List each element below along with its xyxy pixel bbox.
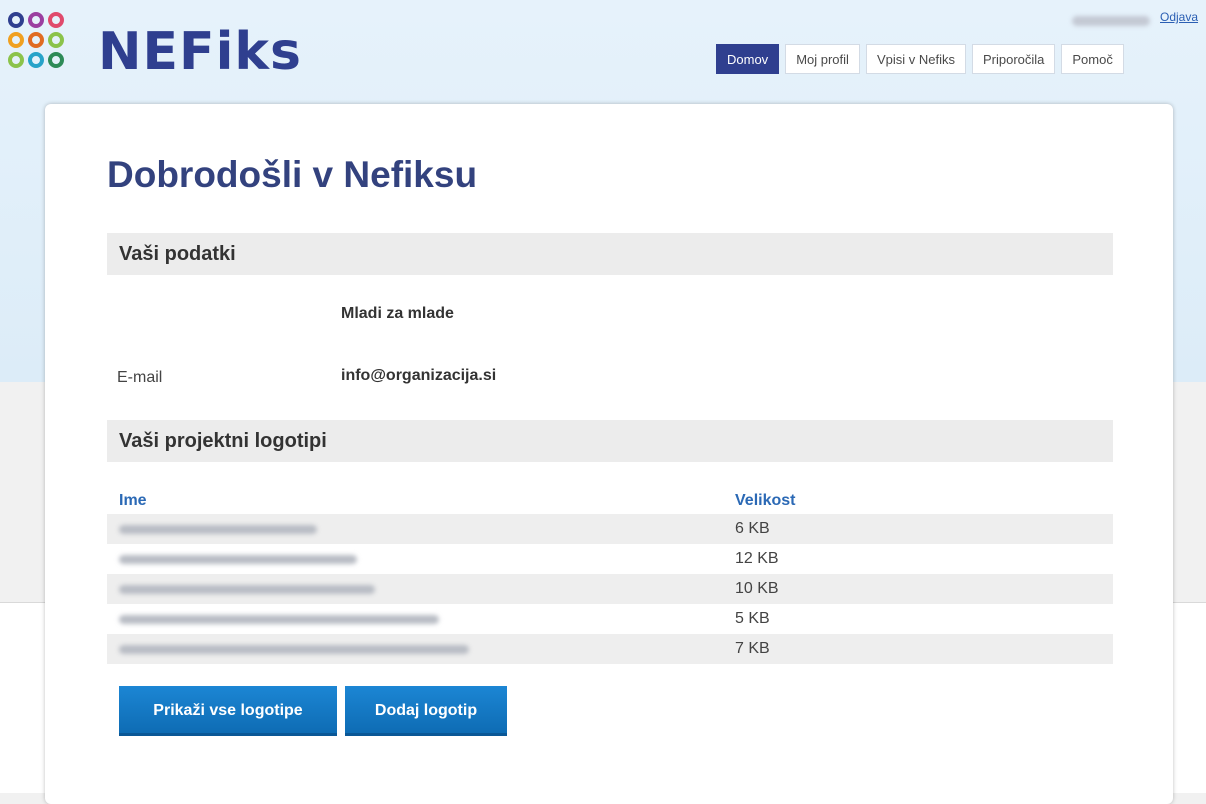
user-name-blurred xyxy=(1072,16,1150,26)
file-name-blurred xyxy=(119,525,317,534)
logout-link[interactable]: Odjava xyxy=(1160,10,1198,24)
logos-table: Ime Velikost 6 KB 12 KB 10 KB 5 KB 7 KB xyxy=(107,485,1113,664)
table-header: Ime Velikost xyxy=(107,485,1113,514)
section-header-project-logos: Vaši projektni logotipi xyxy=(107,420,1113,462)
nav-tab-pomoc[interactable]: Pomoč xyxy=(1061,44,1124,74)
file-name-blurred xyxy=(119,555,357,564)
table-row[interactable]: 12 KB xyxy=(107,544,1113,574)
file-size: 10 KB xyxy=(735,580,779,597)
file-name-blurred xyxy=(119,615,439,624)
table-row[interactable]: 10 KB xyxy=(107,574,1113,604)
email-label: E-mail xyxy=(117,369,163,386)
organization-name: Mladi za mlade xyxy=(341,305,454,322)
nav-tab-domov[interactable]: Domov xyxy=(716,44,780,74)
content-card: Dobrodošli v Nefiksu Vaši podatki Mladi … xyxy=(45,104,1173,804)
table-row[interactable]: 7 KB xyxy=(107,634,1113,664)
table-row[interactable]: 5 KB xyxy=(107,604,1113,634)
main-nav: Domov Moj profil Vpisi v Nefiks Priporoč… xyxy=(716,44,1124,74)
column-header-size[interactable]: Velikost xyxy=(735,492,795,510)
nav-tab-priporocila[interactable]: Priporočila xyxy=(971,44,1056,74)
file-size: 5 KB xyxy=(735,610,770,627)
rings-icon xyxy=(8,12,84,88)
file-size: 6 KB xyxy=(735,520,770,537)
page-title: Dobrodošli v Nefiksu xyxy=(107,154,478,195)
nav-tab-vpisi[interactable]: Vpisi v Nefiks xyxy=(865,44,966,74)
nav-tab-moj-profil[interactable]: Moj profil xyxy=(785,44,860,74)
column-header-name[interactable]: Ime xyxy=(119,492,147,510)
email-value: info@organizacija.si xyxy=(341,367,497,384)
file-name-blurred xyxy=(119,645,469,654)
logo-wordmark: NEFiks xyxy=(98,22,302,82)
table-row[interactable]: 6 KB xyxy=(107,514,1113,544)
section-header-your-data: Vaši podatki xyxy=(107,233,1113,275)
file-size: 7 KB xyxy=(735,640,770,657)
file-size: 12 KB xyxy=(735,550,779,567)
file-name-blurred xyxy=(119,585,375,594)
add-logo-button[interactable]: Dodaj logotip xyxy=(345,686,507,736)
show-all-logos-button[interactable]: Prikaži vse logotipe xyxy=(119,686,337,736)
